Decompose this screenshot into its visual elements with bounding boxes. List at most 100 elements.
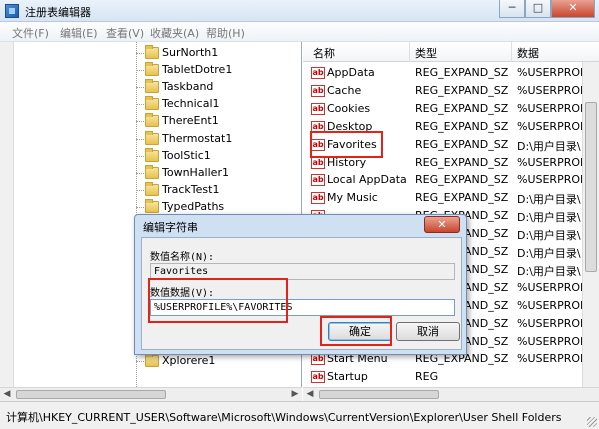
string-value-icon: ab	[311, 174, 325, 187]
list-row[interactable]: ab My Music REG_EXPAND_SZ D:\用户目录\	[303, 189, 599, 207]
title-bar: 注册表编辑器 ─ □ ✕	[0, 0, 599, 22]
tree-branch-line	[136, 189, 144, 191]
value-data-cell: %USERPROF	[517, 298, 583, 312]
string-value-icon: ab	[311, 353, 325, 366]
tree-item[interactable]: TabletDotre1	[136, 62, 301, 79]
scroll-left-arrow-icon[interactable]: ◀	[0, 388, 14, 401]
tree-item-label: ThereEnt1	[162, 114, 219, 128]
value-name-cell: My Music	[327, 191, 378, 205]
value-name-cell: Cookies	[327, 101, 371, 115]
value-data-cell: D:\用户目录\	[517, 139, 581, 153]
menu-bar: 文件(F) 编辑(E) 查看(V) 收藏夹(A) 帮助(H)	[0, 22, 599, 42]
tree-item[interactable]: ThereEnt1	[136, 113, 301, 130]
value-type-cell: REG_EXPAND_SZ	[415, 83, 509, 97]
column-divider[interactable]	[409, 42, 410, 62]
tree-branch-line	[136, 70, 144, 72]
value-data-cell: %USERPROF	[517, 352, 583, 366]
value-name-cell: Startup	[327, 370, 368, 384]
list-vertical-scrollbar[interactable]	[582, 62, 599, 387]
tree-branch-line	[136, 360, 144, 362]
tree-item-label: Thermostat1	[162, 131, 233, 145]
maximize-button[interactable]: □	[525, 0, 551, 18]
tree-item[interactable]: Technical1	[136, 96, 301, 113]
list-header: 名称 类型 数据	[303, 42, 599, 62]
value-type-cell: REG_EXPAND_SZ	[415, 173, 509, 187]
column-header-type[interactable]: 类型	[415, 45, 437, 61]
folder-icon	[145, 113, 159, 128]
value-name-cell: AppData	[327, 66, 375, 79]
menu-favorites[interactable]: 收藏夹(A)	[150, 25, 199, 41]
menu-help[interactable]: 帮助(H)	[206, 25, 245, 41]
dialog-close-button[interactable]: ✕	[424, 216, 460, 233]
column-divider[interactable]	[511, 42, 512, 62]
value-type-cell: REG	[415, 370, 439, 384]
ok-button-highlight-box	[320, 316, 392, 346]
registry-path: 计算机\HKEY_CURRENT_USER\Software\Microsoft…	[6, 411, 562, 424]
value-type-cell: REG_EXPAND_SZ	[415, 119, 509, 133]
tree-branch-line	[136, 206, 144, 208]
folder-icon	[145, 130, 159, 145]
tree-item-label: Xplorere1	[162, 353, 216, 367]
list-row[interactable]: ab Local AppData REG_EXPAND_SZ %USERPROF	[303, 171, 599, 189]
value-type-cell: REG_EXPAND_SZ	[415, 155, 509, 169]
tree-item-label: TownHaller1	[162, 165, 229, 179]
folder-icon	[145, 62, 159, 77]
menu-edit[interactable]: 编辑(E)	[60, 25, 98, 41]
column-header-data[interactable]: 数据	[517, 45, 539, 61]
folder-icon	[145, 45, 159, 59]
menu-view[interactable]: 查看(V)	[106, 25, 144, 41]
scrollbar-thumb[interactable]	[319, 390, 439, 399]
tree-branch-line	[136, 87, 144, 89]
dialog-title: 编辑字符串	[143, 221, 198, 234]
list-row[interactable]: ab AppData REG_EXPAND_SZ %USERPROF	[303, 64, 599, 82]
column-header-name[interactable]: 名称	[313, 45, 335, 61]
value-data-cell: %USERPROF	[517, 334, 583, 348]
string-value-icon: ab	[311, 102, 325, 115]
tree-item[interactable]: Taskband	[136, 79, 301, 96]
value-type-cell: REG_EXPAND_SZ	[415, 191, 509, 205]
scroll-right-arrow-icon[interactable]: ▶	[288, 388, 302, 401]
list-row[interactable]: ab Cookies REG_EXPAND_SZ %USERPROF	[303, 100, 599, 118]
string-value-icon: ab	[311, 156, 325, 169]
list-row[interactable]: ab Cache REG_EXPAND_SZ %USERPROF	[303, 82, 599, 100]
list-row[interactable]: ab Startup REG	[303, 368, 599, 386]
cancel-button[interactable]: 取消	[396, 322, 460, 341]
string-value-icon: ab	[311, 84, 325, 97]
tree-item[interactable]: ToolStic1	[136, 147, 301, 165]
tree-item[interactable]: TownHaller1	[136, 164, 301, 182]
value-data-cell: %USERPROF	[517, 173, 583, 187]
close-button[interactable]: ✕	[551, 0, 595, 18]
tree-branch-line	[136, 121, 144, 123]
folder-icon	[145, 147, 159, 162]
value-data-cell: %USERPROF	[517, 119, 583, 133]
string-value-icon: ab	[311, 192, 325, 205]
value-type-cell: REG_EXPAND_SZ	[415, 66, 509, 79]
value-data-cell: D:\用户目录\	[517, 229, 581, 243]
window-title: 注册表编辑器	[25, 6, 91, 19]
tree-item[interactable]: Xplorere1	[136, 352, 301, 370]
scrollbar-thumb[interactable]	[16, 390, 166, 399]
list-horizontal-scrollbar[interactable]: ◀	[303, 387, 599, 401]
value-data-cell: %USERPROF	[517, 280, 583, 294]
tree-item-label: Taskband	[162, 80, 214, 94]
folder-icon	[145, 79, 159, 94]
value-name-cell: Local AppData	[327, 173, 407, 187]
resize-grip-icon[interactable]	[587, 417, 597, 427]
tree-item[interactable]: SurNorth1	[136, 45, 301, 62]
scrollbar-thumb[interactable]	[585, 102, 597, 272]
tree-item-label: TrackTest1	[162, 182, 220, 196]
value-type-cell: REG_EXPAND_SZ	[415, 137, 509, 151]
minimize-button[interactable]: ─	[499, 0, 525, 18]
tree-branch-line	[136, 155, 144, 157]
scroll-left-arrow-icon[interactable]: ◀	[303, 388, 317, 401]
tree-horizontal-scrollbar[interactable]: ◀ ▶	[0, 387, 302, 401]
folder-icon	[145, 164, 159, 179]
tree-item-label: TabletDotre1	[162, 63, 233, 77]
tree-branch-line	[136, 53, 144, 54]
tree-item[interactable]: Thermostat1	[136, 130, 301, 148]
menu-file[interactable]: 文件(F)	[12, 25, 49, 41]
tree-item[interactable]: TrackTest1	[136, 181, 301, 199]
folder-icon	[145, 352, 159, 367]
string-value-icon: ab	[311, 67, 325, 79]
status-bar: 计算机\HKEY_CURRENT_USER\Software\Microsoft…	[0, 401, 599, 429]
